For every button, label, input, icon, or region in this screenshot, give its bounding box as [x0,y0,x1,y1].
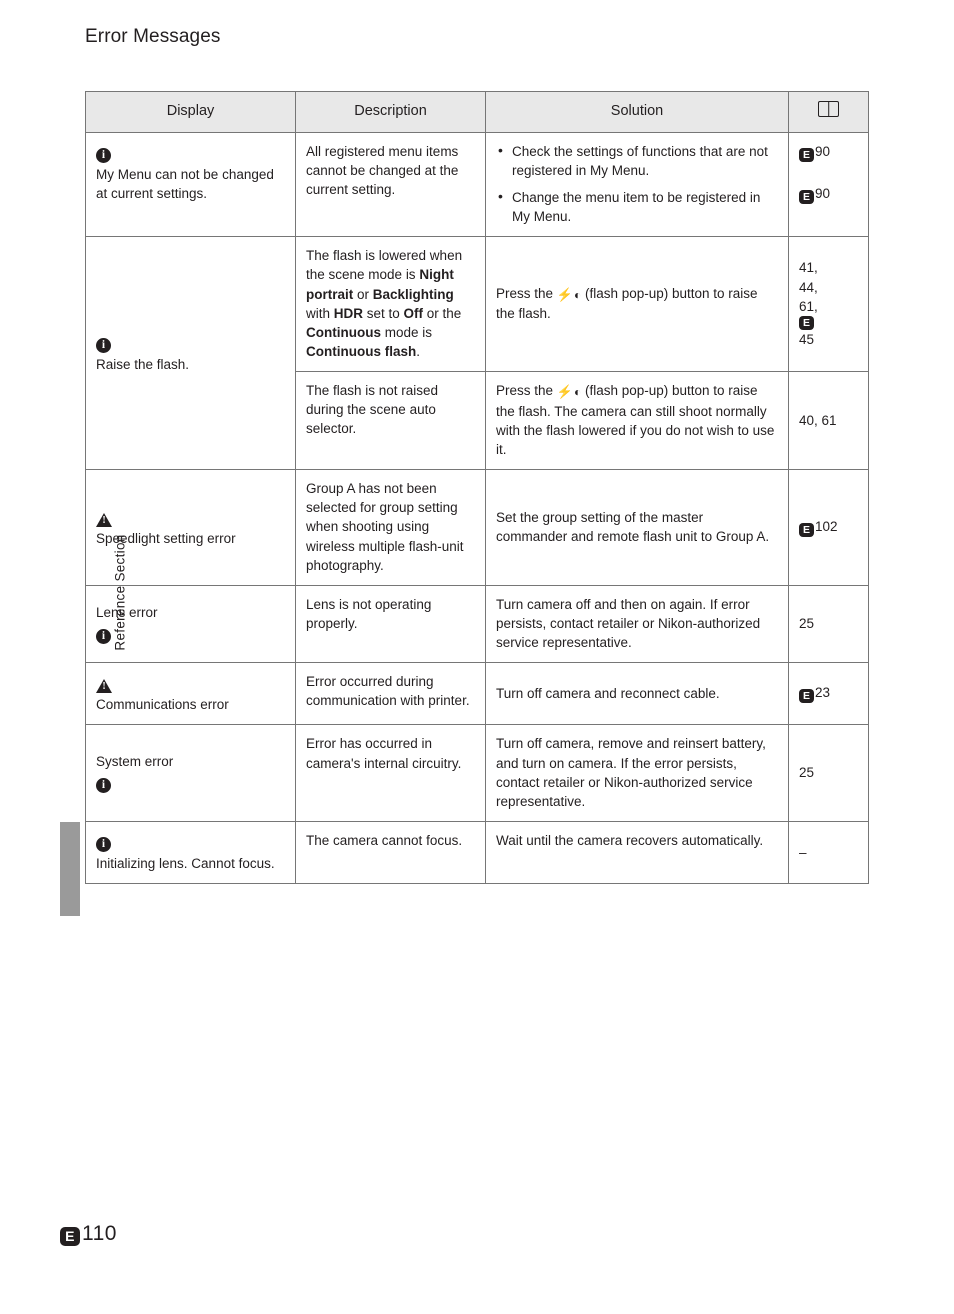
e-badge-icon: E [60,1227,80,1246]
cell-reference[interactable]: 25 [788,724,869,823]
cell-description: All registered menu items cannot be chan… [295,131,486,238]
reference-link[interactable]: E 90 [799,184,858,204]
section-tab-marker [60,822,80,916]
column-header-description: Description [295,91,486,133]
reference-number[interactable]: 61, [799,297,858,316]
table-row: i My Menu can not be changed at current … [85,131,869,238]
cell-description: The camera cannot focus. [295,821,486,885]
solution-text-pre: Press the [496,285,557,301]
warning-triangle-icon: ! [96,672,285,694]
cell-solution: Turn camera off and then on again. If er… [485,584,789,664]
info-circle-icon: i [96,831,285,853]
cell-solution: Turn off camera, remove and reinsert bat… [485,724,789,823]
table-row: ! Speedlight setting error Group A has n… [85,469,869,586]
cell-reference[interactable]: 40, 61 [788,371,869,471]
document-page: Reference Section Error Messages Display… [0,0,954,1314]
cell-display: Lens error i [85,584,296,664]
reference-number[interactable]: 44, [799,278,858,297]
cell-description: Error occurred during communication with… [295,662,486,726]
cell-solution: Press the ⚡◐ (flash pop-up) button to ra… [485,371,789,471]
reference-number: 90 [815,143,831,159]
cell-description: Error has occurred in camera's internal … [295,724,486,823]
cell-solution: Wait until the camera recovers automatic… [485,821,789,885]
display-text: Initializing lens. Cannot focus. [96,856,275,872]
reference-stack: 41, 44, 61, E 45 [799,258,858,349]
info-circle-icon: i [96,142,285,163]
display-text: Speedlight setting error [96,530,236,546]
cell-display: ! Speedlight setting error [85,469,296,586]
e-badge-icon: E [799,689,814,704]
display-text: Lens error [96,605,158,620]
list-item: Change the menu item to be registered in… [496,187,778,226]
reference-number: 90 [815,185,831,201]
cell-solution: Turn off camera and reconnect cable. [485,662,789,726]
cell-reference: E 102 [788,469,869,586]
reference-link[interactable]: E 45 [799,315,858,349]
flash-bolt-icon: ⚡ [556,286,573,302]
display-text: Raise the flash. [96,356,190,372]
display-text: System error [96,754,174,770]
page-footer: E 110 [60,1222,117,1246]
cell-description: Lens is not operating properly. [295,584,486,664]
cell-display: i Initializing lens. Cannot focus. [85,821,296,885]
info-circle-icon: i [96,623,111,645]
info-circle-icon: i [96,332,285,353]
cell-display: ! Communications error [85,662,296,726]
reference-link[interactable]: E 102 [799,517,858,537]
display-text: Communications error [96,697,229,713]
solution-text-pre: Press the [496,383,557,399]
list-item: Check the settings of functions that are… [496,141,778,180]
cell-reference[interactable]: 25 [788,584,869,664]
cell-reference: – [788,821,869,885]
page-title: Error Messages [85,26,221,47]
cell-description: The flash is not raised during the scene… [295,371,486,471]
warning-triangle-icon: ! [96,506,285,528]
reference-link[interactable]: E 90 [799,142,858,162]
column-header-reference [788,91,869,133]
table-row: i Raise the flash. The flash is lowered … [85,236,869,471]
cell-solution: Check the settings of functions that are… [485,131,789,238]
reference-number[interactable]: 41, [799,258,858,277]
reference-link[interactable]: E 23 [799,683,858,704]
cell-solution: Press the ⚡◐ (flash pop-up) button to ra… [485,236,789,373]
flash-bolt-icon: ⚡ [556,384,573,400]
cell-display: i My Menu can not be changed at current … [85,131,296,238]
table-row: System error i Error has occurred in cam… [85,724,869,823]
reference-number: 45 [799,331,815,347]
table-row: i Initializing lens. Cannot focus. The c… [85,821,869,885]
reference-number: 102 [815,518,838,534]
book-icon [818,101,839,117]
e-badge-icon: E [799,315,814,330]
column-header-solution: Solution [485,91,789,133]
cell-display: i Raise the flash. [85,236,296,471]
table-header-row: Display Description Solution [85,91,869,133]
cell-description: Group A has not been selected for group … [295,469,486,586]
cell-reference: E 90 E 90 [788,131,869,238]
display-text: My Menu can not be changed at current se… [96,166,274,201]
page-number: 110 [82,1222,117,1245]
cell-display: System error i [85,724,296,823]
cell-reference: 41, 44, 61, E 45 [788,236,869,373]
column-header-display: Display [85,91,296,133]
e-badge-icon: E [799,147,814,162]
cell-description: The flash is lowered when the scene mode… [295,236,486,373]
cell-reference: E 23 [788,662,869,726]
reference-number: 23 [815,685,831,701]
solution-bullet-list: Check the settings of functions that are… [496,141,778,227]
table-row: Lens error i Lens is not operating prope… [85,584,869,664]
error-messages-table: Display Description Solution i My Menu c… [85,91,869,885]
table-row: ! Communications error Error occurred du… [85,662,869,726]
e-badge-icon: E [799,189,814,204]
cell-solution: Set the group setting of the master comm… [485,469,789,586]
info-circle-icon: i [96,772,111,794]
e-badge-icon: E [799,522,814,537]
